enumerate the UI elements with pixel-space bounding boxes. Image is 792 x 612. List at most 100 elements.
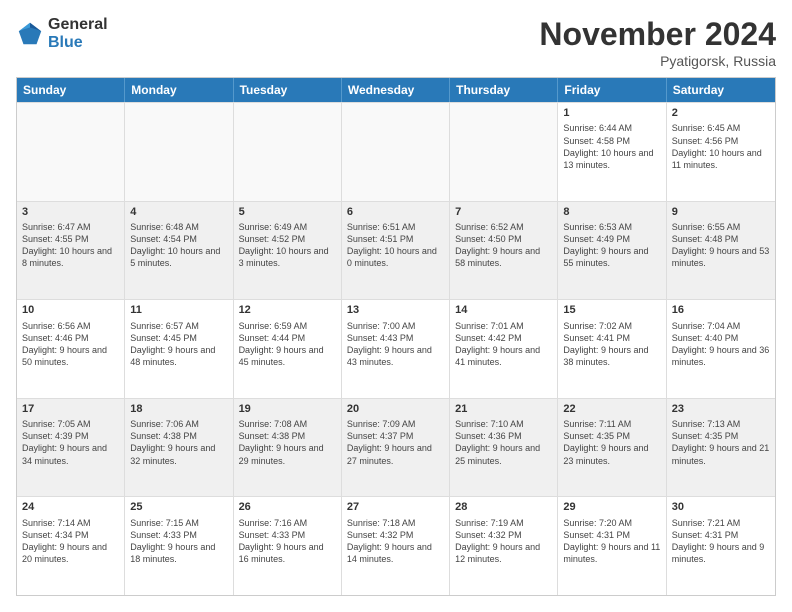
header-day-saturday: Saturday xyxy=(667,78,775,102)
header-day-wednesday: Wednesday xyxy=(342,78,450,102)
day-info: Sunrise: 6:55 AM Sunset: 4:48 PM Dayligh… xyxy=(672,221,770,270)
day-number: 22 xyxy=(563,402,660,417)
calendar-cell: 24 Sunrise: 7:14 AM Sunset: 4:34 PM Dayli… xyxy=(17,497,125,595)
day-number: 10 xyxy=(22,303,119,318)
calendar-cell: 8Sunrise: 6:53 AM Sunset: 4:49 PM Daylig… xyxy=(558,202,666,300)
day-number: 5 xyxy=(239,205,336,220)
day-info: Sunrise: 7:19 AM Sunset: 4:32 PM Dayligh… xyxy=(455,517,552,566)
calendar-cell xyxy=(234,103,342,201)
calendar-cell: 9Sunrise: 6:55 AM Sunset: 4:48 PM Daylig… xyxy=(667,202,775,300)
day-info: Sunrise: 7:06 AM Sunset: 4:38 PM Dayligh… xyxy=(130,418,227,467)
logo-icon xyxy=(16,20,44,48)
day-info: Sunrise: 6:57 AM Sunset: 4:45 PM Dayligh… xyxy=(130,320,227,369)
day-info: Sunrise: 7:21 AM Sunset: 4:31 PM Dayligh… xyxy=(672,517,770,566)
calendar-cell: 17Sunrise: 7:05 AM Sunset: 4:39 PM Dayli… xyxy=(17,399,125,497)
calendar-cell: 21Sunrise: 7:10 AM Sunset: 4:36 PM Dayli… xyxy=(450,399,558,497)
day-number: 14 xyxy=(455,303,552,318)
calendar-cell: 10 Sunrise: 6:56 AM Sunset: 4:46 PM Dayli… xyxy=(17,300,125,398)
day-info: Sunrise: 7:18 AM Sunset: 4:32 PM Dayligh… xyxy=(347,517,444,566)
calendar-cell: 11 Sunrise: 6:57 AM Sunset: 4:45 PM Dayli… xyxy=(125,300,233,398)
day-number: 24 xyxy=(22,500,119,515)
day-number: 15 xyxy=(563,303,660,318)
header-day-tuesday: Tuesday xyxy=(234,78,342,102)
day-number: 7 xyxy=(455,205,552,220)
header-day-monday: Monday xyxy=(125,78,233,102)
month-title: November 2024 xyxy=(539,16,776,53)
day-number: 6 xyxy=(347,205,444,220)
calendar-cell: 12 Sunrise: 6:59 AM Sunset: 4:44 PM Dayli… xyxy=(234,300,342,398)
calendar-cell: 22Sunrise: 7:11 AM Sunset: 4:35 PM Dayli… xyxy=(558,399,666,497)
calendar-cell: 30 Sunrise: 7:21 AM Sunset: 4:31 PM Dayli… xyxy=(667,497,775,595)
calendar-cell: 19Sunrise: 7:08 AM Sunset: 4:38 PM Dayli… xyxy=(234,399,342,497)
day-info: Sunrise: 7:10 AM Sunset: 4:36 PM Dayligh… xyxy=(455,418,552,467)
day-number: 20 xyxy=(347,402,444,417)
calendar-cell: 7Sunrise: 6:52 AM Sunset: 4:50 PM Daylig… xyxy=(450,202,558,300)
logo: General Blue xyxy=(16,16,108,51)
day-number: 21 xyxy=(455,402,552,417)
day-number: 17 xyxy=(22,402,119,417)
day-info: Sunrise: 7:02 AM Sunset: 4:41 PM Dayligh… xyxy=(563,320,660,369)
day-number: 25 xyxy=(130,500,227,515)
day-number: 12 xyxy=(239,303,336,318)
calendar-cell: 6Sunrise: 6:51 AM Sunset: 4:51 PM Daylig… xyxy=(342,202,450,300)
logo-text: General Blue xyxy=(48,16,108,51)
day-number: 30 xyxy=(672,500,770,515)
day-info: Sunrise: 6:56 AM Sunset: 4:46 PM Dayligh… xyxy=(22,320,119,369)
day-number: 4 xyxy=(130,205,227,220)
calendar-cell: 27Sunrise: 7:18 AM Sunset: 4:32 PM Dayli… xyxy=(342,497,450,595)
day-number: 28 xyxy=(455,500,552,515)
calendar-row-1: 3Sunrise: 6:47 AM Sunset: 4:55 PM Daylig… xyxy=(17,201,775,300)
title-block: November 2024 Pyatigorsk, Russia xyxy=(539,16,776,69)
calendar-cell xyxy=(125,103,233,201)
day-info: Sunrise: 7:15 AM Sunset: 4:33 PM Dayligh… xyxy=(130,517,227,566)
day-info: Sunrise: 7:09 AM Sunset: 4:37 PM Dayligh… xyxy=(347,418,444,467)
calendar-cell: 13 Sunrise: 7:00 AM Sunset: 4:43 PM Dayli… xyxy=(342,300,450,398)
day-info: Sunrise: 7:13 AM Sunset: 4:35 PM Dayligh… xyxy=(672,418,770,467)
day-number: 9 xyxy=(672,205,770,220)
day-number: 16 xyxy=(672,303,770,318)
day-number: 1 xyxy=(563,106,660,121)
location: Pyatigorsk, Russia xyxy=(539,53,776,69)
day-info: Sunrise: 7:01 AM Sunset: 4:42 PM Dayligh… xyxy=(455,320,552,369)
header-day-sunday: Sunday xyxy=(17,78,125,102)
calendar-cell: 16 Sunrise: 7:04 AM Sunset: 4:40 PM Dayli… xyxy=(667,300,775,398)
calendar-cell: 3Sunrise: 6:47 AM Sunset: 4:55 PM Daylig… xyxy=(17,202,125,300)
day-info: Sunrise: 7:05 AM Sunset: 4:39 PM Dayligh… xyxy=(22,418,119,467)
day-info: Sunrise: 6:59 AM Sunset: 4:44 PM Dayligh… xyxy=(239,320,336,369)
calendar-cell: 23Sunrise: 7:13 AM Sunset: 4:35 PM Dayli… xyxy=(667,399,775,497)
calendar-cell: 1Sunrise: 6:44 AM Sunset: 4:58 PM Daylig… xyxy=(558,103,666,201)
day-info: Sunrise: 7:04 AM Sunset: 4:40 PM Dayligh… xyxy=(672,320,770,369)
day-info: Sunrise: 7:11 AM Sunset: 4:35 PM Dayligh… xyxy=(563,418,660,467)
day-info: Sunrise: 6:53 AM Sunset: 4:49 PM Dayligh… xyxy=(563,221,660,270)
calendar-cell xyxy=(342,103,450,201)
day-info: Sunrise: 7:00 AM Sunset: 4:43 PM Dayligh… xyxy=(347,320,444,369)
calendar-cell: 28 Sunrise: 7:19 AM Sunset: 4:32 PM Dayli… xyxy=(450,497,558,595)
calendar-cell: 26 Sunrise: 7:16 AM Sunset: 4:33 PM Dayli… xyxy=(234,497,342,595)
calendar-body: 1Sunrise: 6:44 AM Sunset: 4:58 PM Daylig… xyxy=(17,102,775,595)
day-info: Sunrise: 6:51 AM Sunset: 4:51 PM Dayligh… xyxy=(347,221,444,270)
day-info: Sunrise: 7:16 AM Sunset: 4:33 PM Dayligh… xyxy=(239,517,336,566)
day-number: 11 xyxy=(130,303,227,318)
day-number: 26 xyxy=(239,500,336,515)
calendar-cell: 4Sunrise: 6:48 AM Sunset: 4:54 PM Daylig… xyxy=(125,202,233,300)
day-info: Sunrise: 6:44 AM Sunset: 4:58 PM Dayligh… xyxy=(563,122,660,171)
calendar-cell: 29Sunrise: 7:20 AM Sunset: 4:31 PM Dayli… xyxy=(558,497,666,595)
calendar-cell: 14 Sunrise: 7:01 AM Sunset: 4:42 PM Dayli… xyxy=(450,300,558,398)
calendar-cell: 5Sunrise: 6:49 AM Sunset: 4:52 PM Daylig… xyxy=(234,202,342,300)
day-number: 13 xyxy=(347,303,444,318)
day-info: Sunrise: 7:20 AM Sunset: 4:31 PM Dayligh… xyxy=(563,517,660,566)
day-info: Sunrise: 7:14 AM Sunset: 4:34 PM Dayligh… xyxy=(22,517,119,566)
page: General Blue November 2024 Pyatigorsk, R… xyxy=(0,0,792,612)
calendar-row-4: 24 Sunrise: 7:14 AM Sunset: 4:34 PM Dayli… xyxy=(17,496,775,595)
day-number: 19 xyxy=(239,402,336,417)
day-number: 18 xyxy=(130,402,227,417)
logo-blue: Blue xyxy=(48,34,108,52)
header-day-thursday: Thursday xyxy=(450,78,558,102)
logo-general: General xyxy=(48,16,108,34)
day-info: Sunrise: 6:49 AM Sunset: 4:52 PM Dayligh… xyxy=(239,221,336,270)
header: General Blue November 2024 Pyatigorsk, R… xyxy=(16,16,776,69)
calendar-cell xyxy=(17,103,125,201)
calendar-row-0: 1Sunrise: 6:44 AM Sunset: 4:58 PM Daylig… xyxy=(17,102,775,201)
header-day-friday: Friday xyxy=(558,78,666,102)
calendar: SundayMondayTuesdayWednesdayThursdayFrid… xyxy=(16,77,776,596)
